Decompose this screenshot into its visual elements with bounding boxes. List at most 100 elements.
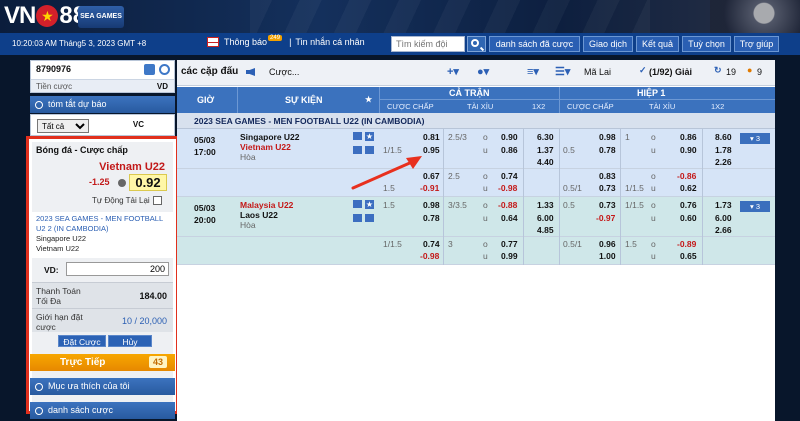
stats-icon[interactable] [353, 132, 362, 140]
add-icon[interactable]: +▾ [447, 65, 459, 78]
account-value: VD [156, 82, 168, 91]
alt-h1-ou-over[interactable]: -0.86 [677, 171, 696, 181]
account-settings-icon[interactable] [144, 64, 155, 75]
event-star-icon[interactable]: ★ [365, 95, 372, 104]
match-date: 05/03 [194, 135, 216, 145]
h1-ou-under[interactable]: 0.60 [680, 213, 697, 223]
ou-over-odds[interactable]: 0.90 [501, 132, 518, 142]
tournament-filter[interactable]: (1/92) Giải [649, 67, 692, 77]
alt-h1-hdp-home[interactable]: 0.96 [599, 239, 616, 249]
stats-icon[interactable] [353, 200, 362, 208]
h1-x-away[interactable]: 6.00 [715, 213, 732, 223]
h1-ou-under[interactable]: 0.90 [680, 145, 697, 155]
x-draw[interactable]: 4.85 [537, 225, 554, 235]
alt-h1-ou-under[interactable]: 0.62 [680, 183, 697, 193]
nav-help[interactable]: Trợ giúp [734, 36, 779, 52]
h1-hdp-away[interactable]: 0.78 [599, 145, 616, 155]
cancel-button[interactable]: Hủy [108, 335, 152, 347]
h1-hdp-away[interactable]: -0.97 [596, 213, 615, 223]
h1-x-home[interactable]: 1.73 [715, 200, 732, 210]
alt-h1-ou-over[interactable]: -0.89 [677, 239, 696, 249]
alt-h1-hdp-home[interactable]: 0.83 [599, 171, 616, 181]
alt-h1-hdp-away[interactable]: 1.00 [599, 251, 616, 261]
alt-hdp-home[interactable]: 0.74 [423, 239, 440, 249]
stake-input[interactable] [66, 262, 169, 276]
hdp-away-odds[interactable]: 0.78 [423, 213, 440, 223]
cell-divider [620, 197, 621, 237]
refresh-count-icon[interactable]: ↻ [714, 65, 722, 76]
alt-ou-over[interactable]: 0.74 [501, 171, 518, 181]
slip-description: 2023 SEA GAMES - MEN FOOTBALL U2 2 (IN C… [32, 212, 173, 258]
more-bets-button[interactable]: ▾ 3 [740, 133, 770, 144]
hdp-home-odds[interactable]: 0.81 [423, 132, 440, 142]
x-away[interactable]: 6.00 [537, 213, 554, 223]
league-row[interactable]: 2023 SEA GAMES - MEN FOOTBALL U22 (IN CA… [177, 113, 775, 129]
filter-select[interactable]: Tất cả [37, 119, 89, 133]
bet-list-header[interactable]: danh sách cược [30, 402, 175, 419]
brand-logo[interactable]: VN ★ 88 [4, 2, 86, 29]
ou-over-odds[interactable]: -0.88 [498, 200, 517, 210]
x-home[interactable]: 1.33 [537, 200, 554, 210]
ou-over-label: o [483, 200, 488, 210]
x-home[interactable]: 6.30 [537, 132, 554, 142]
logo-text-left: VN [4, 2, 36, 29]
ou-under-odds[interactable]: 0.86 [501, 145, 518, 155]
alt-ou-under[interactable]: 0.99 [501, 251, 518, 261]
sub-ou: TÀI XỈU [467, 102, 494, 111]
cell-divider [702, 129, 703, 169]
h1-ou-over[interactable]: 0.86 [680, 132, 697, 142]
nav-results[interactable]: Kết quả [636, 36, 679, 52]
refresh-icon[interactable] [159, 64, 170, 75]
h1-hdp-home[interactable]: 0.98 [599, 132, 616, 142]
list-icon[interactable]: ☰▾ [555, 65, 570, 78]
favorite-star-icon[interactable]: ★ [365, 132, 374, 141]
favorites-header[interactable]: Mục ưa thích của tôi [30, 378, 175, 395]
favorite-star-icon[interactable]: ★ [365, 200, 374, 209]
favorites-label: Mục ưa thích của tôi [48, 381, 130, 391]
slip-odds: 0.92 [129, 174, 167, 191]
search-button[interactable] [467, 36, 486, 52]
h1-hdp-home[interactable]: 0.73 [599, 200, 616, 210]
alt-h1-ou-under[interactable]: 0.65 [680, 251, 697, 261]
alt-ou-over[interactable]: 0.77 [501, 239, 518, 249]
cell-divider [443, 197, 444, 237]
hdp-line: 1.5 [383, 200, 395, 210]
nav-transactions[interactable]: Giao dịch [583, 36, 633, 52]
summary-header[interactable]: tóm tắt dự báo [30, 96, 175, 113]
auto-refresh[interactable]: Tự Động Tải Lại [92, 196, 162, 206]
odds-type-select[interactable]: Mã Lai [584, 67, 611, 77]
alt-ou-under[interactable]: -0.98 [498, 183, 517, 193]
home-team: Malaysia U22 [240, 200, 294, 210]
h1-ou-over[interactable]: 0.76 [680, 200, 697, 210]
alt-hdp-away[interactable]: -0.98 [420, 251, 439, 261]
h1-x-away[interactable]: 1.78 [715, 145, 732, 155]
bet-limit-value: 10 / 20,000 [121, 316, 167, 326]
notice-link[interactable]: Thông báo [224, 37, 267, 47]
x-away[interactable]: 1.37 [537, 145, 554, 155]
stats-icon[interactable] [365, 214, 374, 222]
x-draw[interactable]: 4.40 [537, 157, 554, 167]
h1-x-home[interactable]: 8.60 [715, 132, 732, 142]
tv-icon[interactable] [353, 214, 362, 222]
sort-icon[interactable]: ●▾ [477, 65, 489, 78]
search-input[interactable] [391, 36, 465, 52]
alt-h1-hdp-away[interactable]: 0.73 [599, 183, 616, 193]
view-icon[interactable]: ≡▾ [527, 65, 539, 78]
hdp-home-odds[interactable]: 0.98 [423, 200, 440, 210]
messages-link[interactable]: Tin nhắn cá nhân [295, 37, 364, 47]
ou-under-odds[interactable]: 0.64 [501, 213, 518, 223]
live-button[interactable]: Trực Tiếp 43 [30, 354, 175, 371]
nav-bet-list[interactable]: danh sách đã cược [489, 36, 580, 52]
h1-x-draw[interactable]: 2.26 [715, 157, 732, 167]
favorites-icon [35, 383, 43, 391]
mail-icon[interactable] [207, 37, 219, 47]
full-match-header: CẢ TRẬN [449, 88, 490, 98]
place-bet-button[interactable]: Đặt Cược [58, 335, 106, 347]
more-bets-button[interactable]: ▾ 3 [740, 201, 770, 212]
bet-type-filter[interactable]: Cược... [269, 67, 299, 77]
h1-x-draw[interactable]: 2.66 [715, 225, 732, 235]
speaker-icon[interactable] [246, 68, 255, 76]
slip-team: Vietnam U22 [99, 161, 165, 173]
nav-options[interactable]: Tuỳ chọn [682, 36, 731, 52]
auto-refresh-checkbox[interactable] [152, 196, 162, 206]
